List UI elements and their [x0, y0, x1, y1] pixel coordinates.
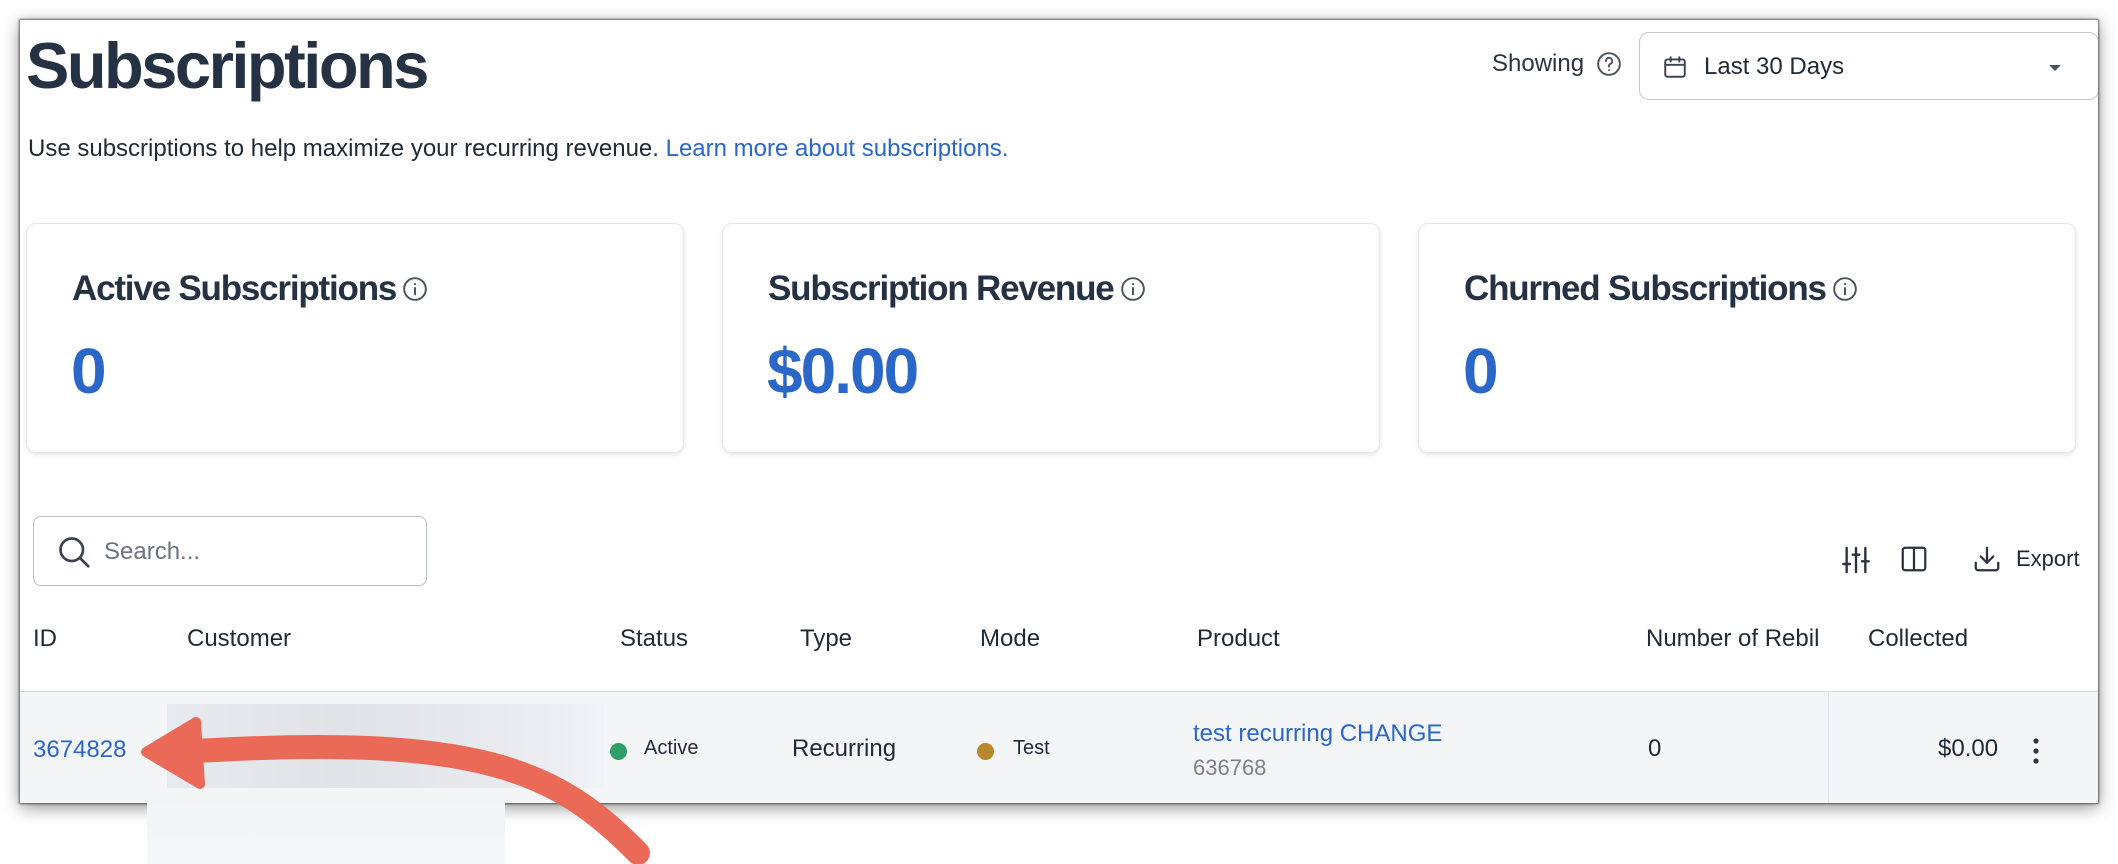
page-description: Use subscriptions to help maximize your …	[28, 135, 1008, 163]
card-title-text: Subscription Revenue	[768, 269, 1115, 308]
column-header-customer[interactable]: Customer	[187, 625, 291, 653]
mode-test-dot	[977, 743, 994, 760]
mode-text: Test	[1013, 737, 1050, 759]
column-header-mode[interactable]: Mode	[980, 625, 1040, 653]
learn-more-link[interactable]: Learn more about subscriptions.	[666, 135, 1009, 162]
type-text: Recurring	[792, 735, 897, 762]
product-link[interactable]: test recurring CHANGE	[1193, 720, 1442, 748]
product-id: 636768	[1193, 755, 1267, 780]
card-title: Churned Subscriptions	[1464, 269, 1858, 309]
column-header-collected[interactable]: Collected	[1868, 625, 1968, 653]
card-value: 0	[71, 335, 107, 407]
filter-icon[interactable]	[1840, 544, 1872, 576]
card-value: 0	[1463, 335, 1499, 407]
customer-redacted	[167, 704, 604, 788]
date-range-value: Last 30 Days	[1704, 53, 1845, 80]
showing-label: Showing	[1492, 50, 1585, 77]
subscriptions-page: Subscriptions Showing Last 30 Days Use s…	[20, 20, 2098, 803]
date-range-select[interactable]: Last 30 Days	[1639, 32, 2098, 100]
export-label: Export	[2016, 546, 2080, 571]
rebill-count: 0	[1648, 735, 1662, 762]
card-active-subscriptions: Active Subscriptions 0	[26, 223, 684, 453]
card-value: $0.00	[767, 335, 919, 407]
help-icon[interactable]	[1596, 51, 1622, 77]
chevron-down-icon	[2049, 65, 2061, 71]
download-icon	[1974, 546, 2000, 572]
search-icon	[59, 537, 90, 568]
search-input[interactable]	[102, 529, 406, 575]
page-title: Subscriptions	[26, 29, 429, 102]
description-text: Use subscriptions to help maximize your …	[28, 135, 659, 162]
info-icon[interactable]	[1832, 276, 1858, 302]
card-title: Active Subscriptions	[72, 269, 428, 309]
status-active-dot	[610, 743, 627, 760]
column-divider	[1828, 692, 1829, 803]
status-text: Active	[644, 737, 699, 759]
calendar-icon	[1664, 56, 1686, 78]
customer-redacted-overflow	[147, 800, 505, 864]
card-churned-subscriptions: Churned Subscriptions 0	[1418, 223, 2076, 453]
collected-value: $0.00	[1938, 735, 1999, 762]
search-box[interactable]	[33, 516, 427, 586]
column-header-id[interactable]: ID	[33, 625, 57, 653]
card-title: Subscription Revenue	[768, 269, 1146, 309]
more-vertical-icon[interactable]	[2030, 736, 2042, 766]
columns-icon[interactable]	[1899, 544, 1929, 574]
column-header-type[interactable]: Type	[800, 625, 852, 653]
export-button[interactable]: Export	[1972, 541, 2080, 577]
card-subscription-revenue: Subscription Revenue $0.00	[722, 223, 1380, 453]
info-icon[interactable]	[402, 276, 428, 302]
card-title-text: Active Subscriptions	[72, 269, 397, 308]
card-title-text: Churned Subscriptions	[1464, 269, 1827, 308]
subscription-id-link[interactable]: 3674828	[33, 736, 126, 764]
column-header-product[interactable]: Product	[1197, 625, 1280, 653]
column-header-rebills[interactable]: Number of Rebil	[1646, 625, 1819, 653]
info-icon[interactable]	[1120, 276, 1146, 302]
column-header-status[interactable]: Status	[620, 625, 688, 653]
